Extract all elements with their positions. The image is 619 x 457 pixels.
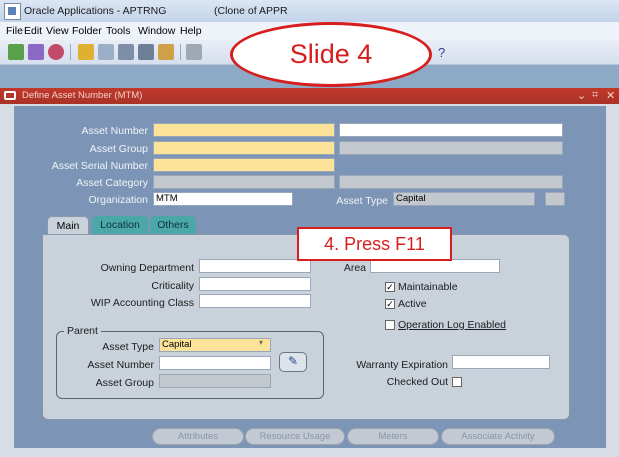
asset-group-field[interactable] <box>153 141 335 155</box>
window-subtitle: (Clone of APPR <box>214 5 288 17</box>
close-form-icon[interactable] <box>158 44 174 60</box>
asset-serial-number-field[interactable] <box>153 158 335 172</box>
asset-category-label: Asset Category <box>76 177 148 189</box>
menu-folder[interactable]: Folder <box>72 25 102 37</box>
dropdown-arrow-icon[interactable]: ▾ <box>259 338 263 347</box>
switch-responsibility-icon[interactable] <box>118 44 134 60</box>
asset-description-field[interactable] <box>339 123 563 137</box>
parent-asset-group-label: Asset Group <box>95 377 154 389</box>
window-title-bar: Oracle Applications - APTRNG (Clone of A… <box>0 0 619 23</box>
maintainable-label: Maintainable <box>398 281 458 293</box>
wip-accounting-class-field[interactable] <box>199 294 311 308</box>
menu-view[interactable]: View <box>46 25 69 37</box>
associate-activity-button[interactable]: Associate Activity <box>441 428 555 445</box>
window-title: Oracle Applications - APTRNG <box>24 5 167 17</box>
maximize-icon[interactable]: ⌗ <box>592 89 598 102</box>
asset-category-description <box>339 175 563 189</box>
show-navigator-icon[interactable] <box>48 44 64 60</box>
asset-category-field <box>153 175 335 189</box>
checked-out-label: Checked Out <box>386 376 448 388</box>
asset-number-field[interactable] <box>153 123 335 137</box>
tab-others[interactable]: Others <box>150 216 196 234</box>
warranty-expiration-field[interactable] <box>452 355 550 369</box>
form-title-bar: Define Asset Number (MTM) ⌄ ⌗ ✕ <box>0 88 619 104</box>
warranty-expiration-label: Warranty Expiration <box>356 359 448 371</box>
meters-button[interactable]: Meters <box>347 428 439 445</box>
checked-out-checkbox[interactable] <box>452 377 462 387</box>
maintainable-checkbox[interactable]: ✓ <box>385 282 395 292</box>
area-label: Area <box>343 262 366 274</box>
toolbar-separator <box>70 44 71 60</box>
parent-asset-type-field[interactable]: Capital <box>159 338 271 352</box>
minimize-icon[interactable]: ⌄ <box>577 89 586 102</box>
operation-log-label: Operation Log Enabled <box>398 319 506 331</box>
parent-group-legend: Parent <box>64 325 101 337</box>
owning-department-field[interactable] <box>199 259 311 273</box>
resource-usage-button[interactable]: Resource Usage <box>245 428 345 445</box>
criticality-label: Criticality <box>151 280 194 292</box>
asset-type-label: Asset Type <box>336 195 388 207</box>
oracle-app-icon <box>4 3 21 20</box>
parent-asset-number-label: Asset Number <box>87 359 154 371</box>
asset-type-field: Capital <box>393 192 535 206</box>
menu-edit[interactable]: Edit <box>24 25 42 37</box>
save-icon[interactable] <box>78 44 94 60</box>
menu-window[interactable]: Window <box>138 25 175 37</box>
organization-label: Organization <box>88 194 148 206</box>
active-label: Active <box>398 298 427 310</box>
tab-location[interactable]: Location <box>92 216 148 234</box>
organization-field[interactable]: MTM <box>153 192 293 206</box>
asset-serial-number-label: Asset Serial Number <box>51 160 148 172</box>
attributes-button[interactable]: Attributes <box>152 428 244 445</box>
tab-main[interactable]: Main <box>47 216 89 234</box>
print-icon[interactable] <box>138 44 154 60</box>
criticality-field[interactable] <box>199 277 311 291</box>
slide-number-callout: Slide 4 <box>230 22 432 87</box>
form-icon <box>4 91 16 100</box>
parent-asset-type-label: Asset Type <box>102 341 154 353</box>
menu-help[interactable]: Help <box>180 25 202 37</box>
help-icon[interactable]: ? <box>438 45 445 60</box>
owning-department-label: Owning Department <box>100 262 194 274</box>
new-icon[interactable] <box>8 44 24 60</box>
edit-pencil-button[interactable]: ✎ <box>279 352 307 372</box>
parent-asset-number-field[interactable] <box>159 356 271 370</box>
pencil-icon: ✎ <box>288 354 299 368</box>
parent-asset-group-field <box>159 374 271 388</box>
instruction-callout: 4. Press F11 <box>297 227 452 261</box>
asset-group-description <box>339 141 563 155</box>
area-field[interactable] <box>370 259 500 273</box>
active-checkbox[interactable]: ✓ <box>385 299 395 309</box>
wip-accounting-class-label: WIP Accounting Class <box>90 297 194 309</box>
menu-file[interactable]: File <box>6 25 23 37</box>
menu-tools[interactable]: Tools <box>106 25 131 37</box>
find-icon[interactable] <box>28 44 44 60</box>
asset-number-label: Asset Number <box>81 125 148 137</box>
next-step-icon[interactable] <box>98 44 114 60</box>
toolbar-separator <box>180 44 181 60</box>
asset-group-label: Asset Group <box>89 143 148 155</box>
descriptive-flexfield[interactable] <box>545 192 565 206</box>
operation-log-checkbox[interactable] <box>385 320 395 330</box>
close-icon[interactable]: ✕ <box>606 89 615 102</box>
cut-icon[interactable] <box>186 44 202 60</box>
form-title: Define Asset Number (MTM) <box>22 90 143 101</box>
